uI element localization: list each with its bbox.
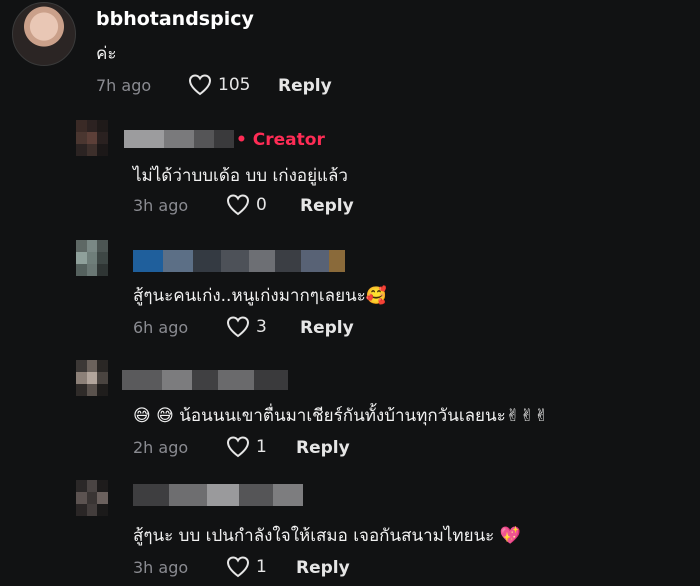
heart-icon	[188, 74, 212, 96]
like-count: 0	[256, 195, 267, 215]
comment-timestamp: 6h ago	[133, 318, 189, 337]
comment-text: ไม่ได้ว่าบบเด้อ บบ เก่งอยู่แล้ว	[133, 166, 348, 186]
like-button[interactable]: 3	[226, 316, 267, 338]
reply-button[interactable]: Reply	[278, 76, 332, 96]
like-count: 3	[256, 317, 267, 337]
like-button[interactable]: 0	[226, 194, 267, 216]
comment-timestamp: 7h ago	[96, 76, 152, 95]
comment-reply: 😅 😅 น้อนนนเขาตื่นมาเชียร์กันทั้งบ้านทุกว…	[0, 356, 700, 466]
like-button[interactable]: 105	[188, 74, 250, 96]
avatar[interactable]	[76, 360, 108, 396]
username-blurred[interactable]	[133, 250, 345, 272]
comment-reply: สู้ๆนะ บบ เปนกำลังใจให้เสมอ เจอกันสนามไท…	[0, 476, 700, 586]
like-count: 1	[256, 557, 267, 577]
reply-button[interactable]: Reply	[296, 438, 350, 458]
avatar[interactable]	[76, 240, 108, 276]
comment-reply: • Creator ไม่ได้ว่าบบเด้อ บบ เก่งอยู่แล้…	[0, 114, 700, 224]
comment-reply: สู้ๆนะคนเก่ง..หนูเก่งมากๆเลยนะ🥰 6h ago 3…	[0, 236, 700, 346]
username-blurred[interactable]	[133, 484, 303, 506]
comment-username[interactable]: bbhotandspicy	[96, 8, 254, 30]
reply-button[interactable]: Reply	[300, 318, 354, 338]
avatar[interactable]	[12, 2, 76, 66]
avatar[interactable]	[76, 480, 108, 516]
reply-button[interactable]: Reply	[296, 558, 350, 578]
avatar[interactable]	[76, 120, 108, 156]
comment-timestamp: 3h ago	[133, 558, 189, 577]
comment-text: 😅 😅 น้อนนนเขาตื่นมาเชียร์กันทั้งบ้านทุกว…	[133, 406, 549, 426]
like-count: 105	[218, 75, 251, 95]
comment-top-level: bbhotandspicy ค่ะ 7h ago 105 Reply	[0, 0, 700, 110]
heart-icon	[226, 436, 250, 458]
comment-text: สู้ๆนะคนเก่ง..หนูเก่งมากๆเลยนะ🥰	[133, 286, 387, 306]
creator-badge: • Creator	[236, 130, 325, 150]
username-blurred[interactable]	[122, 370, 288, 390]
like-button[interactable]: 1	[226, 556, 267, 578]
comment-text: ค่ะ	[96, 44, 117, 64]
comment-text: สู้ๆนะ บบ เปนกำลังใจให้เสมอ เจอกันสนามไท…	[133, 526, 521, 546]
reply-button[interactable]: Reply	[300, 196, 354, 216]
heart-icon	[226, 556, 250, 578]
like-button[interactable]: 1	[226, 436, 267, 458]
username-blurred[interactable]	[124, 130, 234, 148]
comment-timestamp: 3h ago	[133, 196, 189, 215]
comment-timestamp: 2h ago	[133, 438, 189, 457]
heart-icon	[226, 194, 250, 216]
like-count: 1	[256, 437, 267, 457]
heart-icon	[226, 316, 250, 338]
